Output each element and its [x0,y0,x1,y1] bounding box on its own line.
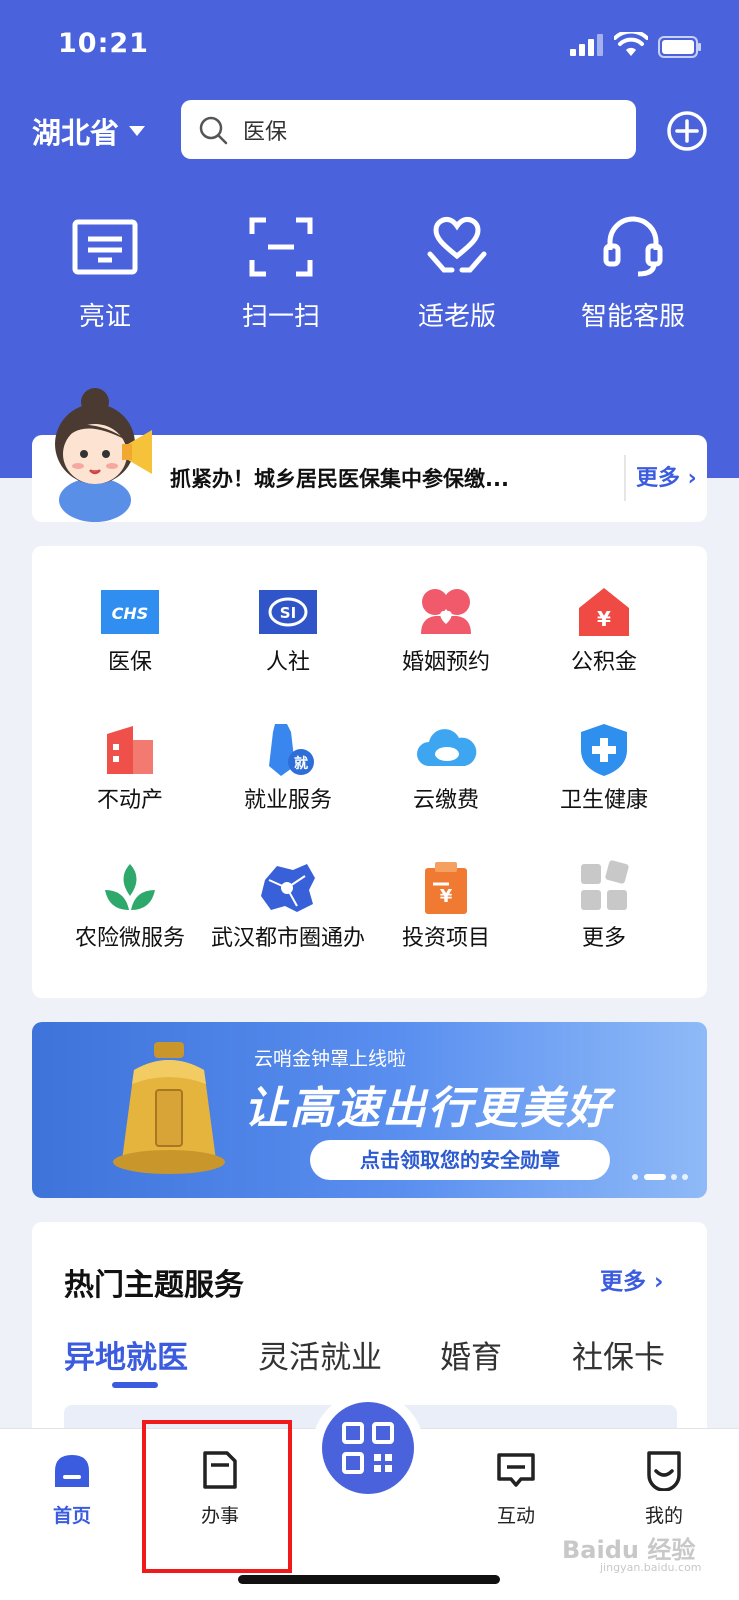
service-item-health[interactable]: 卫生健康 [525,722,683,816]
mascot-girl-icon [55,388,152,522]
service-label: 云缴费 [412,788,479,813]
service-label: 婚姻预约 [401,650,490,675]
service-item-investment[interactable]: ¥ 投资项目 [367,860,525,954]
svg-text:¥: ¥ [597,607,611,631]
cellular-signal-icon [570,34,603,56]
tab-social-card[interactable]: 社保卡 [572,1332,665,1377]
service-label: 更多 [581,926,626,951]
id-card-icon [72,219,138,275]
search-bar[interactable]: 医保 [181,100,636,159]
notice-more-link[interactable]: 更多 › [636,460,697,492]
service-item-agri-insurance[interactable]: 农险微服务 [51,860,209,954]
service-item-real-estate[interactable]: 不动产 [51,722,209,816]
map-icon [261,864,315,912]
service-label: 卫生健康 [559,788,648,813]
home-indicator [238,1575,500,1584]
cloud-icon [417,729,477,766]
building-icon [107,726,153,774]
caret-down-icon [129,126,146,136]
service-item-marriage[interactable]: 婚姻预约 [367,584,525,678]
tab-flexible-employment[interactable]: 灵活就业 [258,1332,382,1377]
tab-remote-medical[interactable]: 异地就医 [64,1332,188,1377]
si-logo-icon: SI [259,590,317,634]
banner-cta-button[interactable]: 点击领取您的安全勋章 [310,1140,610,1180]
service-item-wuhan-metro[interactable]: 武汉都市圈通办 [209,860,367,954]
service-item-housing-fund[interactable]: ¥ 公积金 [525,584,683,678]
scan-frame-icon [249,217,313,277]
search-icon [199,116,228,144]
section-title: 热门主题服务 [64,1268,244,1303]
svg-text:就: 就 [294,755,308,772]
chs-logo-icon: CHS [101,590,159,634]
shield-cross-icon [581,724,627,776]
banner-subtitle: 云哨金钟罩上线啦 [254,1048,407,1070]
service-label: 武汉都市圈通办 [210,926,365,951]
notice-text: 抓紧办！城乡居民医保集中参保缴... [170,467,509,491]
service-label: 公积金 [570,650,637,675]
grid-more-icon [581,860,629,910]
service-item-employment[interactable]: 就 就业服务 [209,722,367,816]
region-label: 湖北省 [32,116,120,150]
service-label: 投资项目 [401,926,490,951]
couple-heart-icon [421,589,471,634]
active-tab-indicator [112,1382,158,1388]
quick-action-label: 亮证 [78,302,131,332]
headset-icon [603,216,663,277]
status-bar: 10:21 [0,0,739,90]
service-label: 医保 [107,650,152,675]
services-grid: CHS 医保 SI 人社 婚姻预约 ¥ 公积金 不动产 就 就业服务 云缴费 卫… [32,546,707,998]
service-label: 人社 [265,650,310,675]
quick-action-label: 智能客服 [580,302,685,332]
wifi-icon [614,32,648,56]
house-yuan-icon: ¥ [579,588,629,636]
add-circle-icon[interactable] [666,110,708,152]
clipboard-yuan-icon: ¥ [425,862,467,914]
service-label: 就业服务 [243,788,332,813]
home-icon [55,1455,89,1487]
search-placeholder: 医保 [243,119,288,145]
quick-action-smart-service[interactable]: 智能客服 [558,212,708,333]
nav-label: 互动 [496,1505,535,1527]
service-item-social-security[interactable]: SI 人社 [209,584,367,678]
quick-action-id-card[interactable]: 亮证 [30,212,180,333]
watermark-url: jingyan.baidu.com [600,1561,702,1574]
watermark-logo: Baidu 经验 [562,1536,696,1564]
hot-topics-more-link[interactable]: 更多 › [600,1262,664,1296]
nav-label: 首页 [52,1505,91,1527]
svg-text:SI: SI [280,604,296,622]
nav-label: 我的 [644,1505,683,1527]
carousel-indicator [632,1174,688,1180]
banner-title: 让高速出行更美好 [244,1083,612,1134]
tie-icon: 就 [269,724,314,776]
nav-profile[interactable]: 我的 [614,1449,714,1528]
tab-marriage-birth[interactable]: 婚育 [440,1332,502,1377]
status-time: 10:21 [58,28,149,59]
heart-hands-icon [427,217,487,273]
service-item-medical-insurance[interactable]: CHS 医保 [51,584,209,678]
quick-action-scan[interactable]: 扫一扫 [206,212,356,333]
battery-icon [658,36,701,58]
quick-action-elderly-mode[interactable]: 适老版 [382,212,532,333]
region-selector[interactable]: 湖北省 [32,110,146,152]
quick-action-label: 扫一扫 [241,302,320,332]
qr-code-icon [342,1422,394,1474]
service-item-cloud-payment[interactable]: 云缴费 [367,722,525,816]
smile-face-icon [647,1451,681,1491]
qr-scan-button[interactable] [312,1392,424,1504]
service-item-more[interactable]: 更多 [525,860,683,954]
notice-divider [624,455,626,501]
service-label: 农险微服务 [74,926,185,951]
quick-action-label: 适老版 [417,302,496,332]
service-label: 不动产 [96,788,163,813]
nav-home[interactable]: 首页 [22,1449,122,1528]
annotation-highlight-box [142,1420,292,1573]
golden-bell-icon [113,1042,225,1174]
nav-interaction[interactable]: 互动 [466,1449,566,1528]
svg-text:¥: ¥ [440,886,453,907]
svg-text:CHS: CHS [112,604,149,623]
chat-icon [497,1453,535,1487]
sprout-icon [105,864,155,910]
promo-banner[interactable]: 云哨金钟罩上线啦 让高速出行更美好 点击领取您的安全勋章 [32,1022,707,1198]
